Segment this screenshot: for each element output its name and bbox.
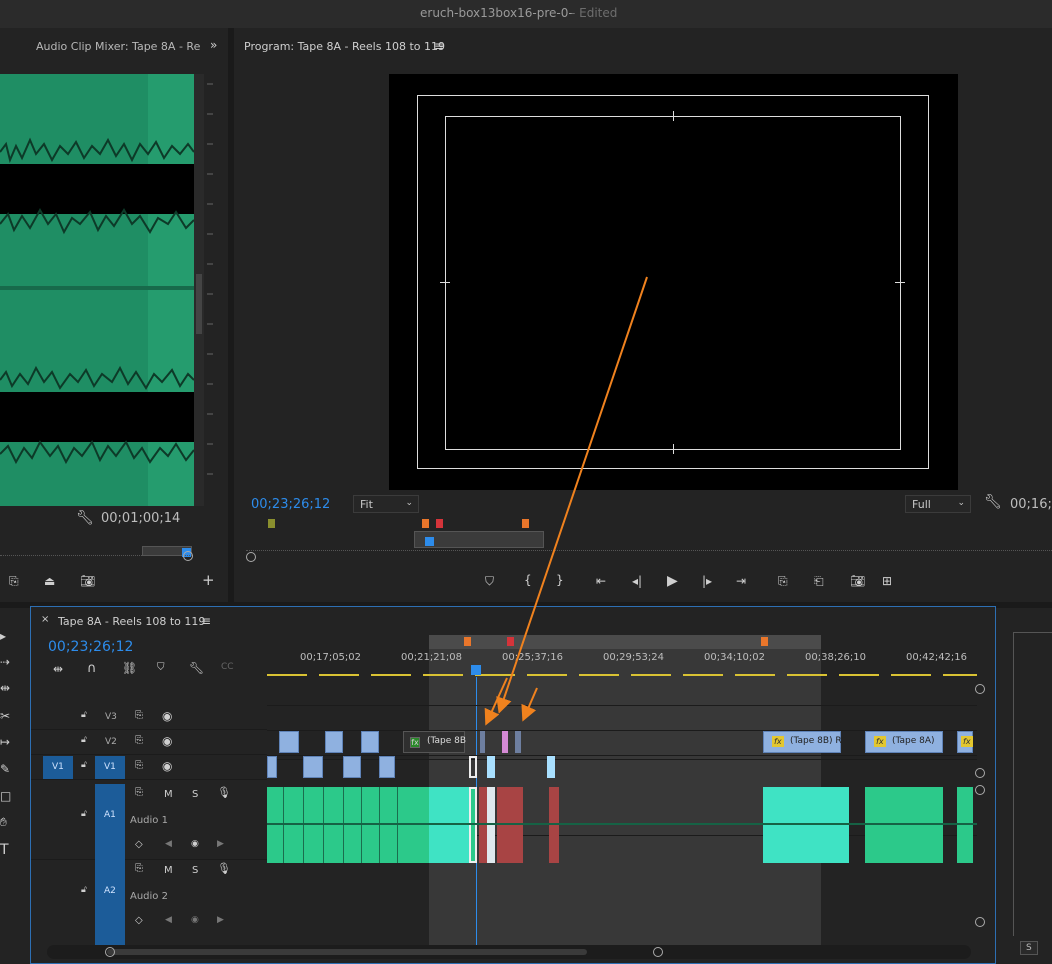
annotation-arrow [496,276,648,714]
annotation-arrows [484,276,648,726]
annotation-arrow [521,687,538,722]
